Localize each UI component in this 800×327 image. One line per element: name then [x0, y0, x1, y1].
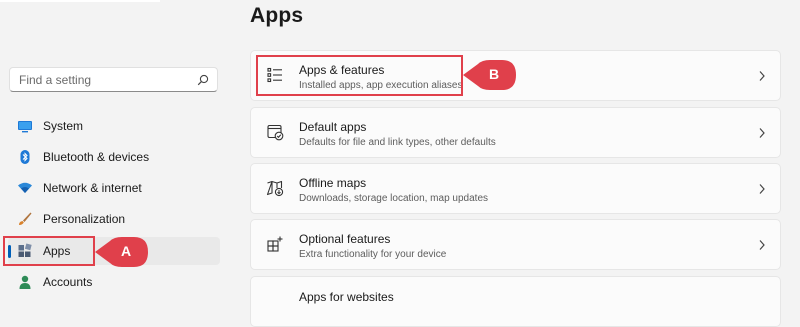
person-icon — [19, 275, 31, 289]
apps-icon — [18, 243, 32, 257]
chevron-right-icon — [759, 128, 765, 138]
wifi-icon — [18, 182, 32, 193]
card-subtitle: Installed apps, app execution aliases — [299, 80, 463, 91]
selection-indicator — [8, 245, 11, 258]
card-title: Apps & features — [299, 63, 385, 77]
card-title: Default apps — [299, 120, 367, 134]
card-title: Optional features — [299, 232, 391, 246]
monitor-icon — [18, 121, 32, 133]
chevron-right-icon — [759, 71, 765, 81]
chevron-right-icon — [759, 184, 765, 194]
sidebar-item-accounts[interactable]: Accounts — [8, 268, 220, 296]
sidebar-item-label: Apps — [43, 244, 71, 258]
card-apps-features[interactable]: Apps & features Installed apps, app exec… — [250, 50, 781, 101]
bluetooth-icon — [20, 150, 30, 164]
sidebar-item-bluetooth[interactable]: Bluetooth & devices — [8, 143, 220, 171]
sidebar-item-label: Network & internet — [43, 181, 142, 195]
card-optional-features[interactable]: Optional features Extra functionality fo… — [250, 219, 781, 270]
search-input[interactable]: Find a setting — [19, 73, 91, 87]
optional-features-icon — [267, 236, 283, 252]
sidebar-item-label: Accounts — [43, 275, 93, 289]
card-apps-for-websites[interactable]: Apps for websites — [250, 276, 781, 327]
search-icon[interactable] — [197, 74, 209, 86]
map-icon — [266, 180, 284, 197]
search-box[interactable]: Find a setting — [9, 67, 218, 92]
sidebar-item-label: System — [43, 119, 84, 133]
card-title: Offline maps — [299, 176, 367, 190]
card-title: Apps for websites — [299, 290, 394, 304]
top-edge — [0, 0, 160, 2]
sidebar-item-label: Personalization — [43, 212, 126, 226]
sidebar-item-personalization[interactable]: Personalization — [8, 205, 220, 233]
brush-icon — [19, 212, 32, 225]
card-subtitle: Downloads, storage location, map updates — [299, 193, 489, 204]
default-apps-icon — [267, 124, 284, 141]
sidebar-item-apps[interactable]: Apps — [8, 237, 220, 265]
card-offline-maps[interactable]: Offline maps Downloads, storage location… — [250, 163, 781, 214]
page-title: Apps — [250, 4, 304, 27]
chevron-right-icon — [759, 240, 765, 250]
list-icon — [267, 67, 282, 83]
sidebar-item-network[interactable]: Network & internet — [8, 174, 220, 202]
card-subtitle: Defaults for file and link types, other … — [299, 137, 496, 148]
sidebar-item-label: Bluetooth & devices — [43, 150, 150, 164]
card-default-apps[interactable]: Default apps Defaults for file and link … — [250, 107, 781, 158]
sidebar-item-system[interactable]: System — [8, 112, 220, 140]
card-subtitle: Extra functionality for your device — [299, 249, 447, 260]
